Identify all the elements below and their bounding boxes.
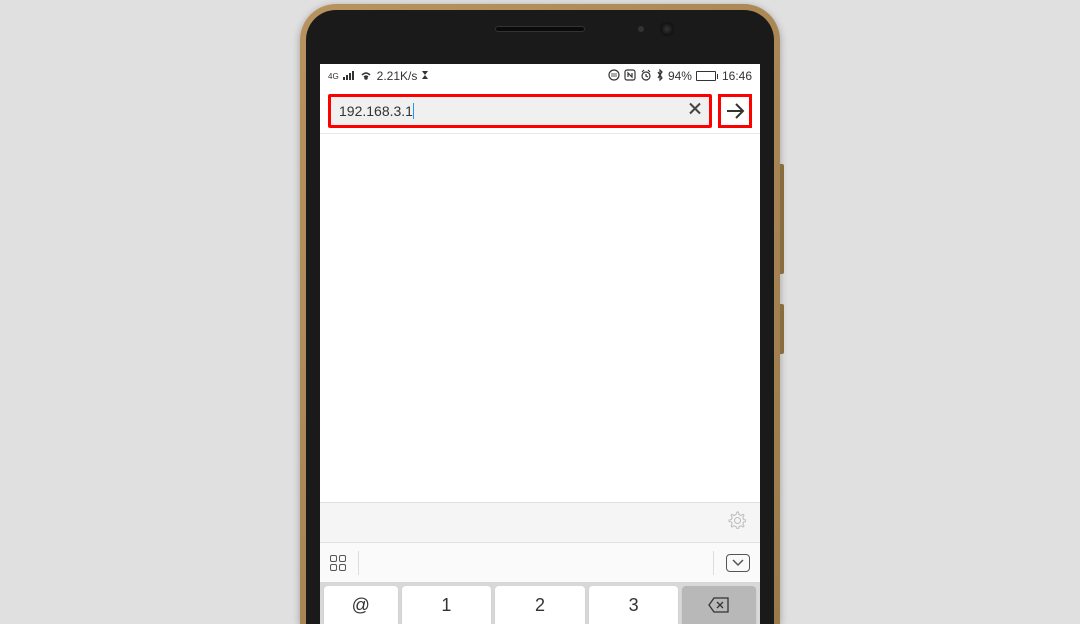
browser-content-area bbox=[320, 134, 760, 502]
toolbar-divider bbox=[713, 551, 714, 575]
alarm-icon bbox=[640, 69, 652, 84]
hourglass-icon bbox=[421, 69, 429, 83]
key-1[interactable]: 1 bbox=[402, 586, 492, 624]
battery-pct-label: 94% bbox=[668, 69, 692, 83]
url-input[interactable]: 192.168.3.1 bbox=[328, 94, 712, 128]
toolbar-divider bbox=[358, 551, 359, 575]
time-label: 16:46 bbox=[722, 69, 752, 83]
sync-icon bbox=[608, 69, 620, 84]
key-backspace[interactable] bbox=[682, 586, 756, 624]
gear-icon bbox=[728, 511, 746, 529]
phone-camera bbox=[660, 22, 674, 36]
keyboard-row: @ 1 2 3 bbox=[320, 582, 760, 624]
text-cursor bbox=[413, 103, 414, 119]
keyboard-collapse-button[interactable] bbox=[726, 554, 750, 572]
power-button bbox=[780, 304, 784, 354]
key-3[interactable]: 3 bbox=[589, 586, 679, 624]
keyboard-grid-button[interactable] bbox=[330, 555, 346, 571]
keyboard-suggestion-bar bbox=[320, 502, 760, 542]
backspace-icon bbox=[708, 597, 730, 613]
chevron-down-icon bbox=[732, 559, 744, 567]
phone-device-frame: 4G 2.21K/s bbox=[300, 4, 780, 624]
phone-top-bezel bbox=[306, 10, 774, 64]
wifi-icon bbox=[359, 69, 373, 83]
network-type-icon: 4G bbox=[328, 72, 339, 81]
signal-bars-icon bbox=[343, 69, 355, 83]
clear-url-button[interactable] bbox=[687, 100, 703, 121]
phone-sensor bbox=[638, 26, 644, 32]
url-text: 192.168.3.1 bbox=[339, 103, 413, 119]
browser-address-bar: 192.168.3.1 bbox=[320, 88, 760, 134]
status-bar: 4G 2.21K/s bbox=[320, 64, 760, 88]
battery-icon bbox=[696, 71, 718, 81]
close-icon bbox=[687, 100, 703, 116]
nfc-icon bbox=[624, 69, 636, 84]
grid-icon bbox=[330, 555, 346, 571]
key-at[interactable]: @ bbox=[324, 586, 398, 624]
volume-button bbox=[780, 164, 784, 274]
phone-bezel: 4G 2.21K/s bbox=[306, 10, 774, 624]
phone-screen: 4G 2.21K/s bbox=[320, 64, 760, 624]
keyboard-settings-button[interactable] bbox=[728, 511, 746, 534]
go-button[interactable] bbox=[718, 94, 752, 128]
phone-speaker bbox=[495, 26, 585, 32]
status-bar-left: 4G 2.21K/s bbox=[328, 69, 429, 83]
status-bar-right: 94% 16:46 bbox=[608, 69, 752, 84]
keyboard-toolbar bbox=[320, 542, 760, 582]
bluetooth-icon bbox=[656, 69, 664, 84]
key-2[interactable]: 2 bbox=[495, 586, 585, 624]
data-speed-label: 2.21K/s bbox=[377, 69, 418, 83]
arrow-right-icon bbox=[724, 100, 746, 122]
